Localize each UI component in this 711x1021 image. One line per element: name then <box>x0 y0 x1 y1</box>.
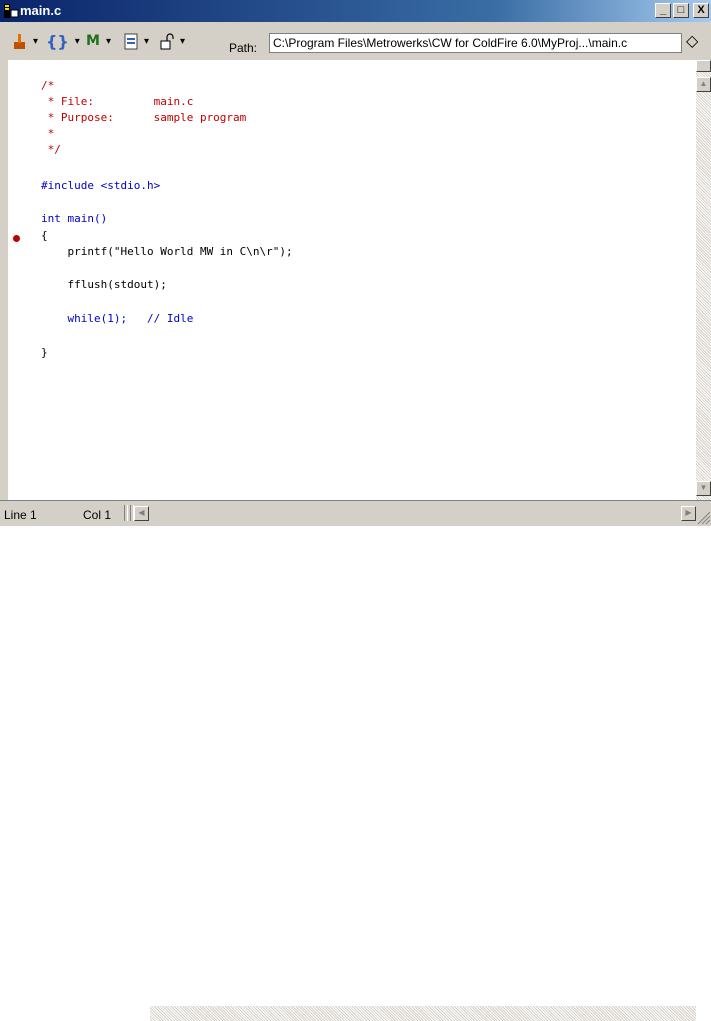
divider <box>124 505 128 521</box>
code-line: } <box>41 346 48 359</box>
code-line: /* <box>41 79 55 92</box>
close-button[interactable]: X <box>693 3 709 18</box>
chevron-down-icon: ▾ <box>180 35 186 47</box>
code-line: #include <stdio.h> <box>41 179 161 192</box>
scroll-down-button[interactable]: ▼ <box>696 481 711 496</box>
code-line: * File: main.c <box>41 95 194 108</box>
vertical-scrollbar[interactable]: ▲ ▼ <box>696 60 711 500</box>
header-files-menu[interactable]: ▾ <box>12 31 38 51</box>
code-line: { <box>41 229 48 242</box>
markers-menu[interactable]: M ▾ <box>86 31 111 51</box>
braces-icon: {} <box>46 31 69 51</box>
minimize-button[interactable]: _ <box>655 3 671 18</box>
markers-icon: M <box>86 33 100 49</box>
chevron-down-icon: ▾ <box>33 35 39 47</box>
path-field[interactable]: C:\Program Files\Metrowerks\CW for ColdF… <box>269 33 682 53</box>
scroll-up-button[interactable]: ▲ <box>696 77 711 92</box>
document-settings-menu[interactable]: ▾ <box>124 31 149 51</box>
window-title: main.c <box>20 3 62 18</box>
code-line: while(1); // Idle <box>41 312 194 325</box>
code-line: * <box>41 127 55 140</box>
chevron-down-icon: ▾ <box>74 35 80 47</box>
editor-window: main.c _ □ X ▾ {} ▾ M ▾ ▾ ▾ ◇ Path: C:\P… <box>0 0 711 1021</box>
scroll-right-button[interactable]: ▶ <box>681 506 696 521</box>
path-label: Path: <box>229 41 258 55</box>
line-number: Line 1 <box>4 508 37 522</box>
resize-grip-icon[interactable] <box>697 511 711 525</box>
column-number: Col 1 <box>83 508 112 522</box>
unlock-icon <box>160 32 174 49</box>
breakpoint-icon[interactable] <box>13 235 20 242</box>
maximize-button[interactable]: □ <box>673 3 689 18</box>
horizontal-scrollbar[interactable] <box>150 1006 696 1021</box>
title-bar[interactable]: main.c _ □ X <box>0 0 711 22</box>
code-line: int main() <box>41 212 108 225</box>
document-settings-icon <box>124 33 138 49</box>
code-line: * Purpose: sample program <box>41 111 247 124</box>
status-bar: Line 1 Col 1 ◀ ▶ <box>0 500 711 1021</box>
header-files-icon <box>14 34 25 49</box>
code-line: printf("Hello World MW in C\n\r"); <box>41 245 293 258</box>
chevron-down-icon: ▾ <box>105 35 111 47</box>
version-control-menu[interactable]: ▾ <box>160 31 185 51</box>
chevron-down-icon: ▾ <box>144 35 150 47</box>
code-line: */ <box>41 143 61 156</box>
document-icon <box>4 4 19 18</box>
split-handle[interactable] <box>696 60 711 72</box>
scroll-left-button[interactable]: ◀ <box>134 506 149 521</box>
code-line: fflush(stdout); <box>41 278 167 291</box>
functions-menu[interactable]: {} ▾ <box>46 31 80 51</box>
options-diamond-icon[interactable]: ◇ <box>686 31 698 51</box>
code-editor[interactable]: /* * File: main.c * Purpose: sample prog… <box>8 60 696 500</box>
